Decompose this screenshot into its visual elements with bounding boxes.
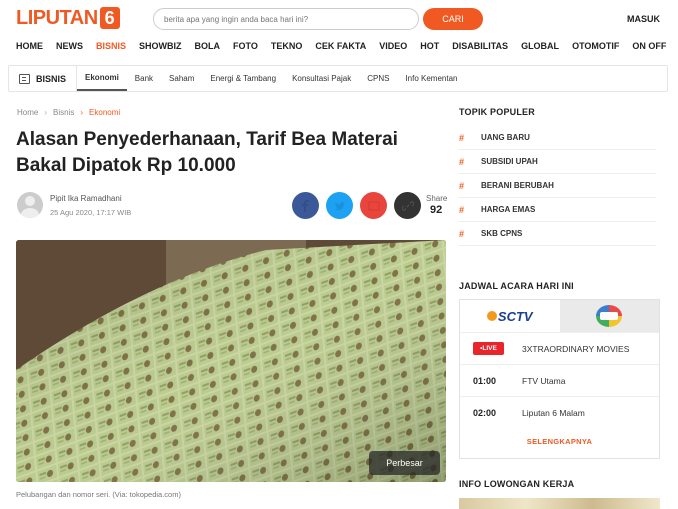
publish-date: 25 Agu 2020, 17:17 WIB: [50, 208, 132, 217]
article-photo[interactable]: [16, 240, 446, 482]
hashtag-icon: #: [459, 204, 465, 215]
login-link[interactable]: MASUK: [627, 14, 660, 24]
nav-disabilitas[interactable]: DISABILITAS: [452, 41, 508, 55]
show-title: FTV Utama: [522, 375, 566, 386]
indosiar-logo: [596, 305, 623, 327]
twitter-share-button[interactable]: [326, 192, 353, 219]
chevron-right-icon: ›: [80, 108, 84, 117]
subnav-item-ekonomi[interactable]: Ekonomi: [77, 66, 127, 91]
topic-label: UANG BARU: [481, 133, 530, 142]
topic-item[interactable]: # UANG BARU: [459, 126, 656, 150]
breadcrumb: Home › Bisnis › Ekonomi: [17, 108, 120, 117]
section-heading[interactable]: BISNIS: [9, 66, 78, 91]
nav-bisnis[interactable]: BISNIS: [96, 41, 126, 55]
topic-label: BERANI BERUBAH: [481, 181, 554, 190]
hashtag-icon: #: [459, 228, 465, 239]
show-time: 02:00: [473, 407, 497, 418]
channel-tabs: SCTV: [460, 300, 659, 332]
show-title: Liputan 6 Malam: [522, 407, 585, 418]
schedule-row[interactable]: 01:00 FTV Utama: [460, 364, 659, 396]
author-name[interactable]: Pipit Ika Ramadhani: [50, 194, 122, 203]
topic-label: HARGA EMAS: [481, 205, 536, 214]
category-icon: [19, 73, 30, 84]
facebook-icon: [301, 199, 309, 212]
sctv-logo: SCTV: [486, 308, 533, 324]
nav-news[interactable]: NEWS: [56, 41, 83, 55]
nav-cek-fakta[interactable]: CEK FAKTA: [315, 41, 366, 55]
schedule-title: JADWAL ACARA HARI INI: [459, 281, 574, 291]
nav-tekno[interactable]: TEKNO: [271, 41, 303, 55]
subnav-item-saham[interactable]: Saham: [161, 66, 202, 91]
share-label: Share: [426, 194, 448, 203]
search-button[interactable]: CARI: [423, 8, 483, 30]
nav-foto[interactable]: FOTO: [233, 41, 258, 55]
tab-sctv[interactable]: SCTV: [460, 300, 560, 332]
hashtag-icon: #: [459, 180, 465, 191]
nav-showbiz[interactable]: SHOWBIZ: [139, 41, 182, 55]
subnav-item-kementan[interactable]: Info Kementan: [397, 66, 465, 91]
topic-label: SUBSIDI UPAH: [481, 157, 538, 166]
author-avatar[interactable]: [17, 192, 43, 218]
logo-number: 6: [99, 7, 120, 29]
search-input[interactable]: [153, 8, 419, 30]
hashtag-icon: #: [459, 132, 465, 143]
schedule-more-link[interactable]: SELENGKAPNYA: [460, 437, 659, 446]
logo-text: LIPUTAN: [16, 6, 98, 29]
schedule-row[interactable]: 02:00 Liputan 6 Malam: [460, 396, 659, 428]
topic-item[interactable]: # BERANI BERUBAH: [459, 174, 656, 198]
site-logo[interactable]: LIPUTAN 6: [16, 6, 120, 30]
link-icon: [401, 200, 414, 211]
copy-link-button[interactable]: [394, 192, 421, 219]
sctv-label: SCTV: [497, 308, 533, 324]
nav-hot[interactable]: HOT: [420, 41, 439, 55]
nav-home[interactable]: HOME: [16, 41, 43, 55]
subnav-item-energi[interactable]: Energi & Tambang: [202, 66, 284, 91]
sctv-sun-icon: [486, 311, 497, 321]
twitter-icon: [334, 201, 345, 210]
live-badge: • LIVE: [473, 342, 504, 355]
jobs-banner-image[interactable]: [459, 498, 660, 509]
tab-indosiar[interactable]: [559, 300, 659, 332]
mail-icon: [368, 201, 379, 210]
photo-caption: Pelubangan dan nomor seri. (Via: tokoped…: [16, 490, 181, 499]
topic-item[interactable]: # HARGA EMAS: [459, 198, 656, 222]
breadcrumb-bisnis[interactable]: Bisnis: [53, 108, 74, 117]
schedule-row[interactable]: • LIVE 3XTRAORDINARY MOVIES: [460, 332, 659, 364]
topic-label: SKB CPNS: [481, 229, 523, 238]
popular-topics-list: # UANG BARU # SUBSIDI UPAH # BERANI BERUBAH…: [459, 126, 656, 246]
topic-item[interactable]: # SKB CPNS: [459, 222, 656, 246]
nav-otomotif[interactable]: OTOMOTIF: [572, 41, 619, 55]
section-label: BISNIS: [36, 73, 67, 84]
breadcrumb-ekonomi[interactable]: Ekonomi: [89, 108, 120, 117]
nav-global[interactable]: GLOBAL: [521, 41, 559, 55]
topic-item[interactable]: # SUBSIDI UPAH: [459, 150, 656, 174]
breadcrumb-home[interactable]: Home: [17, 108, 38, 117]
jobs-title: INFO LOWONGAN KERJA: [459, 479, 575, 489]
stamp-sheet-image: [16, 240, 446, 482]
site-header: LIPUTAN 6 CARI MASUK: [0, 0, 678, 36]
tv-schedule: SCTV • LIVE 3XTRAORDINARY MOVIES 01:00 F…: [459, 299, 660, 459]
email-share-button[interactable]: [360, 192, 387, 219]
chevron-right-icon: ›: [44, 108, 48, 117]
popular-topics-title: TOPIK POPULER: [459, 107, 535, 117]
subnav-item-cpns[interactable]: CPNS: [359, 66, 397, 91]
section-subnav: BISNIS Ekonomi Bank Saham Energi & Tamba…: [8, 65, 668, 92]
subnav-item-bank[interactable]: Bank: [127, 66, 161, 91]
show-title: 3XTRAORDINARY MOVIES: [522, 343, 630, 354]
nav-on-off[interactable]: ON OFF: [632, 41, 666, 55]
enlarge-photo-button[interactable]: Perbesar: [369, 451, 440, 475]
subnav-item-pajak[interactable]: Konsultasi Pajak: [284, 66, 359, 91]
main-nav: HOME NEWS BISNIS SHOWBIZ BOLA FOTO TEKNO…: [16, 41, 666, 55]
subnav-items: Ekonomi Bank Saham Energi & Tambang Kons…: [77, 66, 465, 91]
nav-video[interactable]: VIDEO: [379, 41, 407, 55]
facebook-share-button[interactable]: [292, 192, 319, 219]
show-time: 01:00: [473, 375, 497, 386]
article-title: Alasan Penyederhanaan, Tarif Bea Materai…: [16, 129, 398, 176]
nav-bola[interactable]: BOLA: [195, 41, 221, 55]
share-count: 92: [430, 204, 443, 216]
hashtag-icon: #: [459, 156, 465, 167]
